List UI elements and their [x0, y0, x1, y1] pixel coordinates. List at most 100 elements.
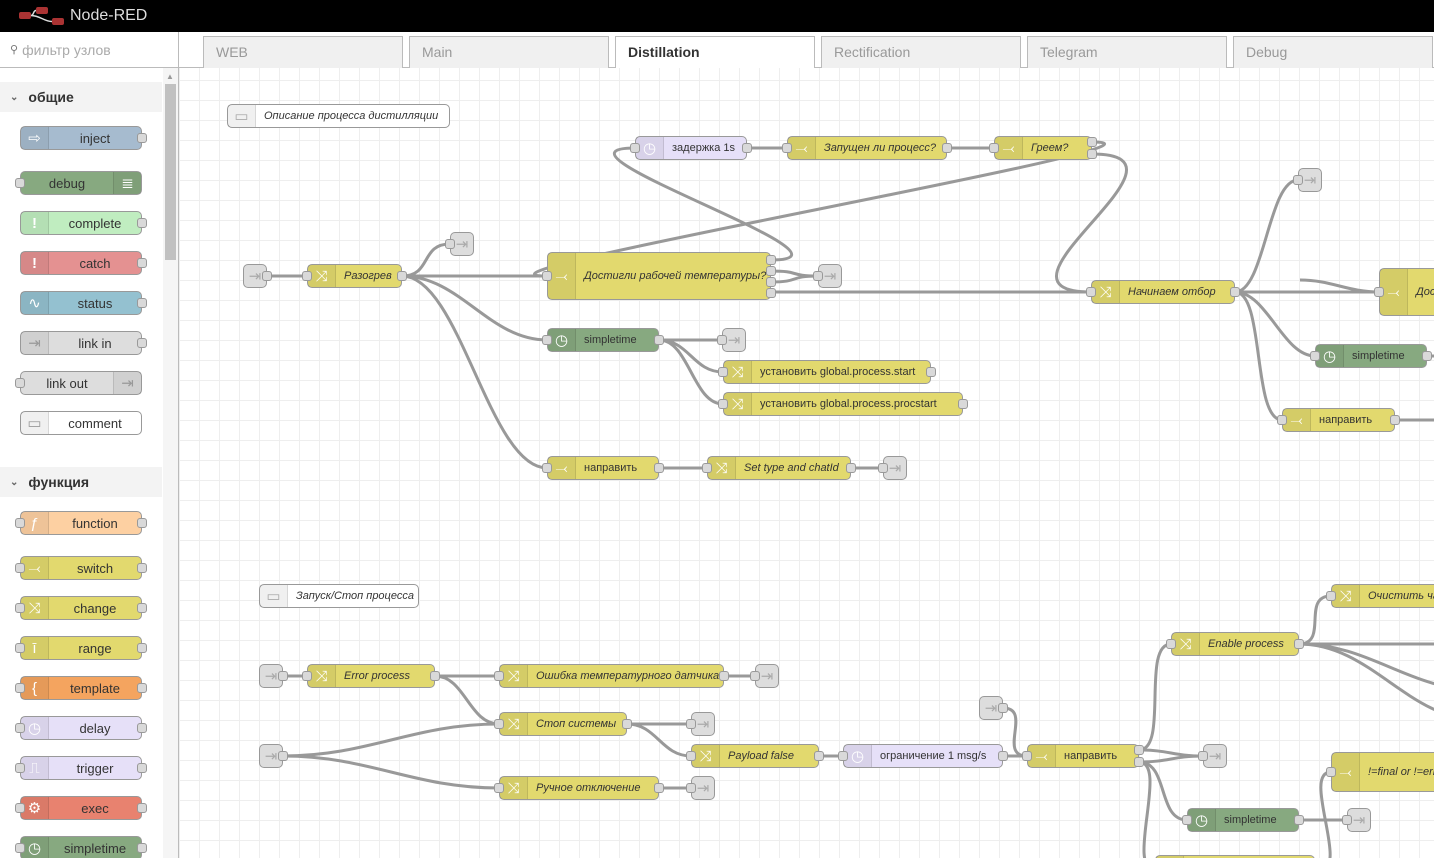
- switch-node[interactable]: ⤙ направить: [547, 456, 659, 480]
- palette-node-status[interactable]: ∿ status: [20, 291, 142, 315]
- palette-category-1[interactable]: ⌄ функция: [0, 467, 162, 497]
- port[interactable]: [766, 277, 776, 287]
- port[interactable]: [1182, 815, 1192, 825]
- port[interactable]: [137, 218, 147, 228]
- palette-node-function[interactable]: ƒ function: [20, 511, 142, 535]
- port[interactable]: [718, 399, 728, 409]
- simpletime-node[interactable]: ◷ simpletime: [547, 328, 659, 352]
- port[interactable]: [718, 367, 728, 377]
- port[interactable]: [942, 143, 952, 153]
- palette-scrollbar[interactable]: ▲: [163, 68, 178, 858]
- palette-node-trigger[interactable]: ⎍ trigger: [20, 756, 142, 780]
- port[interactable]: [262, 271, 272, 281]
- port[interactable]: [750, 671, 760, 681]
- switch-node[interactable]: ⤙ Запущен ли процесс?: [787, 136, 947, 160]
- change-node[interactable]: ⤨ Разогрев: [307, 264, 402, 288]
- port[interactable]: [766, 288, 776, 298]
- port[interactable]: [542, 271, 552, 281]
- port[interactable]: [15, 683, 25, 693]
- port[interactable]: [998, 751, 1008, 761]
- port[interactable]: [137, 803, 147, 813]
- port[interactable]: [1374, 287, 1384, 297]
- port[interactable]: [15, 763, 25, 773]
- tab-main[interactable]: Main: [409, 36, 609, 68]
- port[interactable]: [137, 643, 147, 653]
- change-node[interactable]: ⤨ Set type and chatId: [707, 456, 851, 480]
- comment-node[interactable]: ▭ Запуск/Стоп процесса: [259, 584, 419, 608]
- port[interactable]: [742, 143, 752, 153]
- port[interactable]: [1294, 815, 1304, 825]
- palette-node-complete[interactable]: ! complete: [20, 211, 142, 235]
- tab-rectification[interactable]: Rectification: [821, 36, 1021, 68]
- port[interactable]: [1087, 149, 1097, 159]
- change-node[interactable]: ⤨ Ошибка температурного датчика: [499, 664, 724, 688]
- port[interactable]: [958, 399, 968, 409]
- port[interactable]: [838, 751, 848, 761]
- port[interactable]: [1230, 287, 1240, 297]
- port[interactable]: [542, 463, 552, 473]
- port[interactable]: [1134, 745, 1144, 755]
- port[interactable]: [278, 751, 288, 761]
- wire[interactable]: [658, 338, 724, 374]
- wire[interactable]: [1299, 278, 1380, 294]
- wire[interactable]: [1298, 594, 1332, 646]
- tab-telegram[interactable]: Telegram: [1027, 36, 1227, 68]
- wire[interactable]: [401, 274, 548, 470]
- chevron-down-icon[interactable]: ⌄: [10, 477, 18, 488]
- port[interactable]: [137, 603, 147, 613]
- port[interactable]: [137, 133, 147, 143]
- port[interactable]: [1022, 751, 1032, 761]
- port[interactable]: [1326, 591, 1336, 601]
- port[interactable]: [278, 671, 288, 681]
- palette-node-exec[interactable]: ⚙ exec: [20, 796, 142, 820]
- port[interactable]: [1134, 757, 1144, 767]
- port[interactable]: [926, 367, 936, 377]
- port[interactable]: [654, 335, 664, 345]
- port[interactable]: [15, 843, 25, 853]
- port[interactable]: [137, 258, 147, 268]
- port[interactable]: [717, 335, 727, 345]
- wire[interactable]: [1319, 770, 1332, 858]
- switch-node[interactable]: ⤙ направить: [1282, 408, 1395, 432]
- port[interactable]: [302, 671, 312, 681]
- port[interactable]: [686, 783, 696, 793]
- port[interactable]: [137, 763, 147, 773]
- flow-canvas[interactable]: ▭ Описание процесса дистилляции ⇥ ⤨ Разогрев…: [179, 68, 1434, 858]
- wire[interactable]: [401, 242, 451, 278]
- change-node[interactable]: ⤨ Начинаем отбор: [1091, 280, 1235, 304]
- palette-node-range[interactable]: ī range: [20, 636, 142, 660]
- switch-node[interactable]: ⤙ Достигли рабочей температуры?: [547, 252, 771, 300]
- tab-debug[interactable]: Debug: [1233, 36, 1433, 68]
- port[interactable]: [542, 335, 552, 345]
- port[interactable]: [766, 266, 776, 276]
- port[interactable]: [15, 643, 25, 653]
- scroll-up-icon[interactable]: ▲: [166, 72, 174, 81]
- port[interactable]: [15, 178, 25, 188]
- port[interactable]: [1086, 287, 1096, 297]
- wire[interactable]: [1002, 706, 1028, 758]
- wire[interactable]: [1138, 760, 1155, 858]
- port[interactable]: [1326, 767, 1336, 777]
- wire[interactable]: [613, 146, 793, 262]
- port[interactable]: [1198, 751, 1208, 761]
- port[interactable]: [494, 783, 504, 793]
- port[interactable]: [1310, 351, 1320, 361]
- comment-node[interactable]: ▭ Описание процесса дистилляции: [227, 104, 450, 128]
- port[interactable]: [1342, 815, 1352, 825]
- port[interactable]: [1087, 137, 1097, 147]
- wire[interactable]: [434, 674, 500, 726]
- palette-node-delay[interactable]: ◷ delay: [20, 716, 142, 740]
- port[interactable]: [989, 143, 999, 153]
- palette-node-inject[interactable]: ⇨ inject: [20, 126, 142, 150]
- port[interactable]: [137, 518, 147, 528]
- port[interactable]: [15, 518, 25, 528]
- wire[interactable]: [282, 722, 500, 758]
- port[interactable]: [1390, 415, 1400, 425]
- port[interactable]: [1166, 639, 1176, 649]
- port[interactable]: [719, 671, 729, 681]
- port[interactable]: [15, 563, 25, 573]
- port[interactable]: [1293, 175, 1303, 185]
- port[interactable]: [137, 843, 147, 853]
- tab-web[interactable]: WEB: [203, 36, 403, 68]
- port[interactable]: [397, 271, 407, 281]
